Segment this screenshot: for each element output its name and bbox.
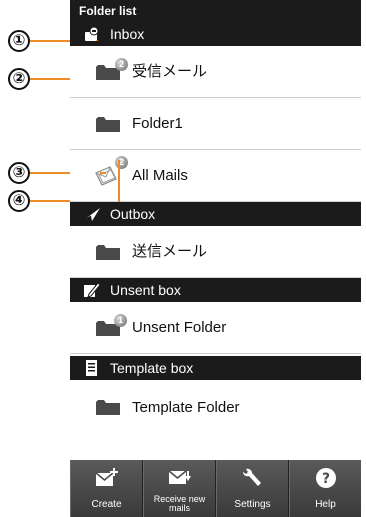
settings-button[interactable]: Settings [216, 460, 289, 517]
template-box-header[interactable]: Template box [70, 356, 361, 380]
receive-new-mails-button[interactable]: Receive new mails [143, 460, 216, 517]
outbox-header-label: Outbox [110, 206, 156, 222]
folder-row-inbox-received[interactable]: 2 受信メール [70, 46, 361, 98]
callout-line-3-end [100, 172, 106, 174]
folder-row-all-mails[interactable]: 2 All Mails [70, 150, 361, 202]
unsent-box-header[interactable]: Unsent box [70, 278, 361, 302]
folder-label: 受信メール [132, 63, 208, 80]
wrench-icon [242, 468, 261, 486]
unread-count-badge: 2 [115, 156, 128, 169]
folder-label: Unsent Folder [132, 319, 227, 336]
paper-plane-icon [83, 208, 100, 221]
help-button[interactable]: ? Help [289, 460, 361, 517]
template-box-header-label: Template box [110, 360, 194, 376]
callout-column: ① ② ③ ④ [0, 0, 120, 517]
settings-label: Settings [234, 499, 271, 510]
folder-label: Template Folder [132, 399, 240, 416]
callout-marker-2: ② [8, 68, 30, 90]
folder-icon [96, 117, 120, 132]
screen-right-edge [361, 0, 366, 517]
folder-row-sent[interactable]: 送信メール [70, 226, 361, 278]
folder-row-folder1[interactable]: Folder1 [70, 98, 361, 150]
bottom-toolbar: Create Receive new mails Settings ? Help [70, 460, 361, 517]
inbox-header[interactable]: Inbox [70, 22, 361, 46]
callout-line-4-riser [118, 160, 120, 202]
screen-title: Folder list [70, 0, 361, 22]
unsent-box-header-label: Unsent box [110, 282, 181, 298]
create-label: Create [91, 499, 122, 510]
outbox-header[interactable]: Outbox [70, 202, 361, 226]
folder-row-template[interactable]: Template Folder [70, 380, 361, 440]
unread-count-badge: 1 [114, 314, 127, 327]
callout-marker-1: ① [8, 30, 30, 52]
new-mail-icon [95, 468, 118, 486]
inbox-header-label: Inbox [110, 26, 145, 42]
folder-label: 送信メール [132, 243, 208, 260]
unread-count-badge: 2 [115, 58, 128, 71]
folder-label: All Mails [132, 167, 188, 184]
template-document-icon [86, 360, 97, 376]
callout-marker-3: ③ [8, 162, 30, 184]
svg-text:?: ? [321, 471, 329, 487]
help-label: Help [315, 499, 336, 510]
mail-folder-list-screen: Folder list Inbox 2 受信メール Folder1 2 All … [70, 0, 361, 517]
folder-row-unsent[interactable]: 1 Unsent Folder [70, 302, 361, 354]
callout-line-1-end [96, 40, 98, 41]
question-mark-icon: ? [315, 468, 336, 488]
folder-icon [96, 245, 120, 260]
inbox-icon [85, 26, 99, 41]
list-empty-area [70, 440, 361, 460]
receive-mail-icon [168, 470, 191, 484]
callout-marker-4: ④ [8, 190, 30, 212]
edit-pencil-icon [84, 282, 101, 298]
folder-label: Folder1 [132, 115, 183, 132]
create-button[interactable]: Create [70, 460, 143, 517]
receive-new-mails-label: Receive new mails [153, 494, 206, 513]
folder-icon [96, 400, 120, 415]
